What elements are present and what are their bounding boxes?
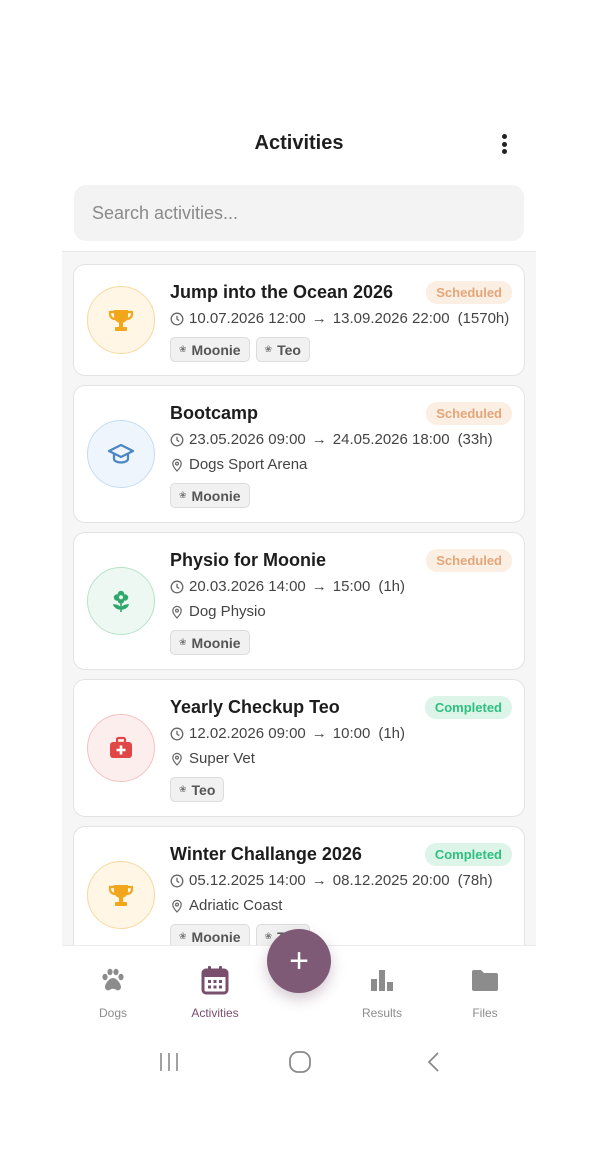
dog-name: Teo: [277, 341, 301, 358]
recent-apps-icon[interactable]: [158, 1050, 180, 1079]
end-time: 15:00: [332, 578, 371, 595]
location-pin-icon: [172, 752, 182, 766]
start-time: 10.07.2026 12:00: [189, 310, 306, 327]
dog-name: Moonie: [191, 634, 241, 651]
trophy-icon: [87, 286, 155, 354]
trophy-icon: [87, 861, 155, 929]
location-pin-icon: [172, 458, 182, 472]
activity-time: 23.05.2026 09:00 → 24.05.2026 18:00 (33h): [170, 430, 512, 450]
activity-list[interactable]: Jump into the Ocean 2026 Scheduled 10.07…: [62, 251, 536, 945]
dog-chip[interactable]: ❀ Teo: [170, 777, 225, 802]
system-navigation-bar: [0, 1040, 598, 1088]
back-icon[interactable]: [424, 1050, 444, 1079]
bar-chart-icon: [337, 964, 427, 996]
activity-time: 12.02.2026 09:00 → 10:00 (1h): [170, 724, 512, 744]
nav-item-dogs[interactable]: Dogs: [68, 964, 158, 1020]
dog-name: Moonie: [191, 928, 241, 945]
duration: (33h): [457, 431, 493, 448]
status-badge: Completed: [424, 843, 512, 866]
nav-label: Dogs: [98, 1006, 127, 1020]
calendar-icon: [170, 964, 260, 996]
location-text: Dog Physio: [189, 603, 266, 620]
end-time: 13.09.2026 22:00: [332, 310, 450, 327]
location-text: Super Vet: [189, 750, 255, 767]
end-time: 08.12.2025 20:00: [332, 872, 450, 889]
dog-name: Moonie: [191, 487, 241, 504]
nav-label: Files: [472, 1006, 498, 1020]
activity-location: Dogs Sport Arena: [170, 455, 512, 475]
status-badge: Scheduled: [426, 402, 512, 425]
paw-icon: ❀: [179, 637, 187, 647]
activity-card[interactable]: Bootcamp Scheduled 23.05.2026 09:00 → 24.0…: [73, 385, 525, 523]
location-pin-icon: [172, 899, 182, 913]
clock-icon: [170, 433, 184, 447]
dog-chip[interactable]: ❀ Moonie: [170, 337, 250, 362]
dog-chip[interactable]: ❀ Teo: [255, 337, 310, 362]
paw-icon: ❀: [264, 344, 273, 354]
nav-item-activities[interactable]: Activities: [170, 964, 260, 1020]
add-activity-button[interactable]: +: [267, 929, 331, 993]
search-input[interactable]: [92, 202, 506, 224]
dog-chip[interactable]: ❀ Moonie: [170, 924, 250, 945]
activity-card[interactable]: Yearly Checkup Teo Completed 12.02.2026 …: [73, 679, 525, 817]
clock-icon: [170, 580, 184, 594]
app-header: Activities: [62, 118, 536, 170]
arrow: →: [311, 578, 327, 595]
status-badge: Scheduled: [426, 549, 512, 572]
activity-time: 10.07.2026 12:00 → 13.09.2026 22:00 (1570h): [170, 309, 512, 329]
activity-time: 20.03.2026 14:00 → 15:00 (1h): [170, 577, 512, 597]
activity-location: Super Vet: [170, 749, 512, 769]
arrow: →: [311, 431, 327, 448]
status-badge: Scheduled: [426, 281, 512, 304]
location-pin-icon: [172, 605, 182, 619]
activity-card[interactable]: Jump into the Ocean 2026 Scheduled 10.07…: [73, 264, 525, 376]
graduation-cap-icon: [87, 420, 155, 488]
duration: (1h): [378, 578, 406, 595]
nav-item-results[interactable]: Results: [337, 964, 427, 1020]
flower-icon: [87, 567, 155, 635]
activity-time: 05.12.2025 14:00 → 08.12.2025 20:00 (78h): [170, 871, 512, 891]
duration: (1570h): [457, 310, 510, 327]
start-time: 05.12.2025 14:00: [189, 872, 306, 889]
home-icon[interactable]: [288, 1050, 312, 1079]
nav-item-files[interactable]: Files: [440, 964, 530, 1020]
duration: (78h): [457, 872, 493, 889]
status-badge: Completed: [424, 696, 512, 719]
page-title: Activities: [254, 132, 344, 154]
clock-icon: [170, 874, 184, 888]
clock-icon: [170, 727, 184, 741]
medical-kit-icon: [87, 714, 155, 782]
nav-label: Results: [361, 1006, 402, 1020]
arrow: →: [311, 872, 327, 889]
dog-chip[interactable]: ❀ Moonie: [170, 483, 250, 508]
paw-icon: [68, 964, 158, 996]
start-time: 23.05.2026 09:00: [189, 431, 306, 448]
activity-location: Dog Physio: [170, 602, 512, 622]
arrow: →: [311, 310, 327, 327]
arrow: →: [311, 725, 327, 742]
end-time: 24.05.2026 18:00: [332, 431, 450, 448]
activity-card[interactable]: Winter Challange 2026 Completed 05.12.20…: [73, 826, 525, 945]
nav-label: Activities: [191, 1006, 239, 1020]
paw-icon: ❀: [264, 931, 273, 941]
activity-location: Adriatic Coast: [170, 896, 512, 916]
start-time: 12.02.2026 09:00: [189, 725, 306, 742]
paw-icon: ❀: [179, 344, 187, 354]
location-text: Dogs Sport Arena: [189, 456, 308, 473]
duration: (1h): [378, 725, 406, 742]
activity-card[interactable]: Physio for Moonie Scheduled 20.03.2026 1…: [73, 532, 525, 670]
dog-chip[interactable]: ❀ Moonie: [170, 630, 250, 655]
start-time: 20.03.2026 14:00: [189, 578, 306, 595]
paw-icon: ❀: [179, 490, 187, 500]
paw-icon: ❀: [179, 931, 187, 941]
kebab-menu-icon[interactable]: [496, 132, 512, 156]
dog-name: Moonie: [191, 341, 241, 358]
clock-icon: [170, 312, 184, 326]
paw-icon: ❀: [179, 784, 187, 794]
folder-icon: [440, 964, 530, 996]
search-bar[interactable]: [74, 185, 524, 241]
location-text: Adriatic Coast: [189, 897, 283, 914]
dog-name: Teo: [191, 781, 216, 798]
end-time: 10:00: [332, 725, 371, 742]
